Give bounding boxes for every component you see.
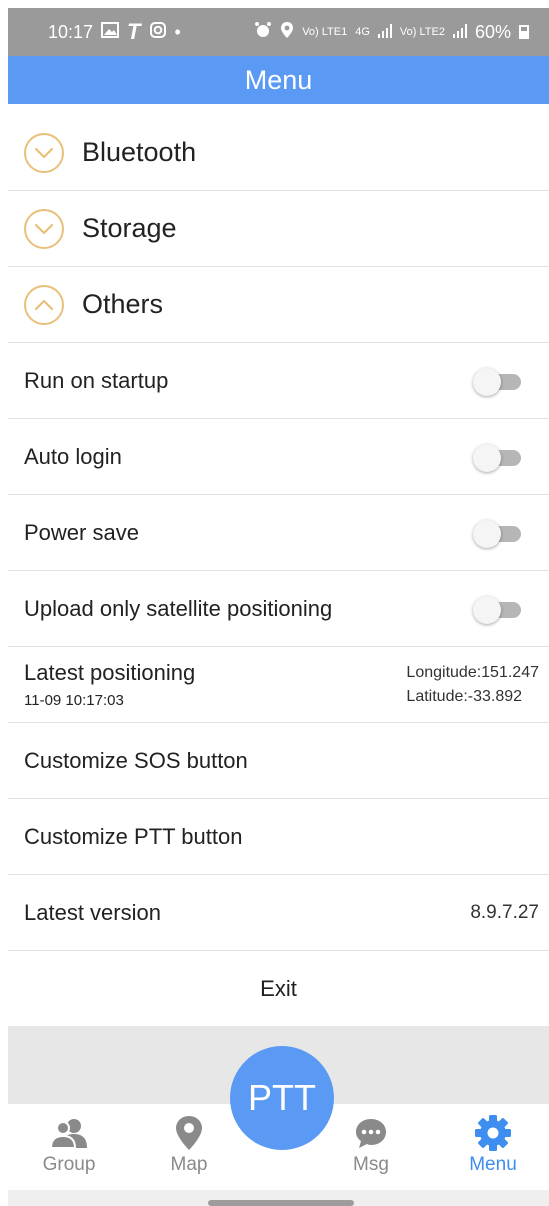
latitude-value: Latitude:-33.892: [406, 687, 523, 705]
section-others[interactable]: Others: [8, 267, 549, 343]
action-label: Customize PTT button: [24, 823, 243, 849]
power-save-toggle[interactable]: [473, 519, 523, 548]
people-icon: [24, 1112, 114, 1154]
setting-label: Power save: [24, 519, 139, 545]
home-indicator[interactable]: [208, 1200, 354, 1206]
positioning-timestamp: 11-09 10:17:03: [24, 692, 124, 709]
chevron-down-icon: [24, 132, 64, 173]
ptt-button[interactable]: PTT: [230, 1046, 334, 1150]
section-bluetooth[interactable]: Bluetooth: [8, 115, 549, 191]
positioning-label: Latest positioning: [24, 660, 196, 685]
setting-power-save: Power save: [8, 495, 549, 571]
latest-version-row[interactable]: Latest version 8.9.7.27: [8, 875, 549, 951]
image-icon: [101, 21, 120, 43]
battery-icon: [519, 25, 529, 39]
section-label: Bluetooth: [82, 137, 197, 167]
nav-menu[interactable]: Menu: [448, 1112, 538, 1176]
ptt-label: PTT: [248, 1077, 316, 1118]
run-on-startup-toggle[interactable]: [473, 367, 523, 396]
status-bar: 10:17 T • Vo) LTE1 4G Vo) LTE2 60%: [8, 8, 549, 56]
alarm-icon: [254, 21, 272, 44]
longitude-value: Longitude:151.247: [406, 663, 539, 681]
version-value: 8.9.7.27: [470, 901, 539, 923]
version-label: Latest version: [24, 899, 161, 925]
nav-group[interactable]: Group: [24, 1112, 114, 1176]
nav-label: Map: [170, 1154, 208, 1175]
exit-label: Exit: [260, 976, 297, 1001]
section-label: Others: [82, 289, 164, 319]
nav-label: Group: [42, 1154, 96, 1175]
location-icon: [280, 21, 294, 44]
setting-run-on-startup: Run on startup: [8, 343, 549, 419]
section-label: Storage: [82, 213, 177, 243]
setting-label: Run on startup: [24, 367, 169, 393]
setting-label: Auto login: [24, 443, 122, 469]
customize-ptt-button[interactable]: Customize PTT button: [8, 799, 549, 875]
status-time: 10:17: [48, 21, 94, 42]
setting-label: Upload only satellite positioning: [24, 595, 333, 621]
exit-button[interactable]: Exit: [8, 951, 549, 1027]
signal-text-1: Vo) LTE1: [302, 25, 348, 38]
t-icon: T: [127, 19, 141, 44]
chat-icon: [326, 1112, 416, 1154]
nav-label: Menu: [469, 1154, 517, 1175]
instagram-icon: [149, 21, 167, 44]
latest-positioning-row: Latest positioning 11-09 10:17:03 Longit…: [8, 647, 549, 723]
gear-icon: [448, 1112, 538, 1154]
network-type: 4G: [355, 25, 370, 38]
app-header: Menu: [8, 56, 549, 104]
customize-sos-button[interactable]: Customize SOS button: [8, 723, 549, 799]
setting-upload-satellite: Upload only satellite positioning: [8, 571, 549, 647]
signal-bars-icon: [452, 22, 467, 43]
dot-icon: •: [174, 21, 181, 42]
nav-map[interactable]: Map: [144, 1112, 234, 1176]
nav-label: Msg: [353, 1154, 389, 1175]
nav-msg[interactable]: Msg: [326, 1112, 416, 1176]
action-label: Customize SOS button: [24, 747, 248, 773]
auto-login-toggle[interactable]: [473, 443, 523, 472]
signal-bars-icon: [377, 22, 392, 43]
chevron-down-icon: [24, 208, 64, 249]
page-title: Menu: [244, 64, 313, 95]
battery-percent: 60%: [474, 21, 511, 42]
chevron-up-icon: [24, 284, 64, 325]
section-storage[interactable]: Storage: [8, 191, 549, 267]
setting-auto-login: Auto login: [8, 419, 549, 495]
upload-satellite-toggle[interactable]: [473, 595, 523, 624]
map-pin-icon: [144, 1112, 234, 1154]
signal-text-2: Vo) LTE2: [399, 25, 445, 38]
menu-list: Bluetooth Storage Others Run on startup …: [8, 115, 549, 1027]
